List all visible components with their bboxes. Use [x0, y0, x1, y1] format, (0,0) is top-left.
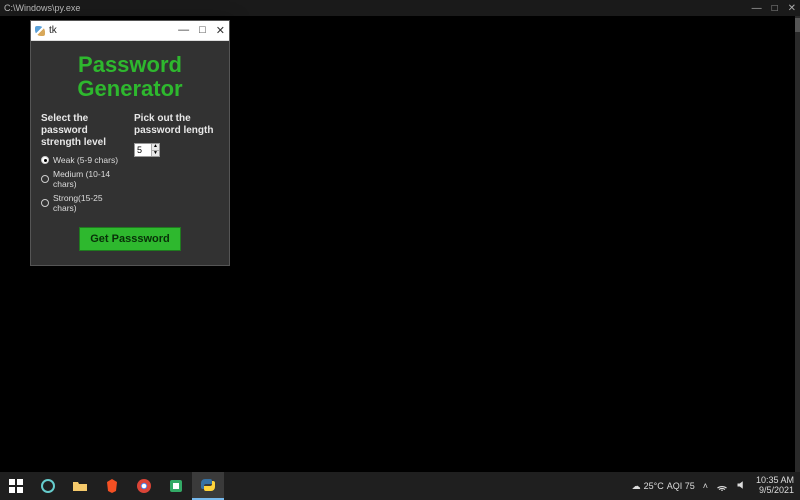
radio-dot-icon	[41, 175, 49, 183]
brave-icon	[104, 478, 120, 494]
taskbar-app-2[interactable]	[160, 472, 192, 500]
get-password-button[interactable]: Get Passsword	[79, 227, 180, 251]
tk-title: tk	[49, 25, 57, 36]
length-value: 5	[135, 144, 151, 156]
folder-icon	[72, 478, 88, 494]
console-scrollbar[interactable]	[795, 16, 800, 472]
console-minimize-icon[interactable]: —	[752, 3, 762, 14]
tray-weather[interactable]: ☁ 25°C AQI 75	[632, 481, 695, 492]
windows-icon	[8, 478, 24, 494]
app-title: Password Generator	[41, 53, 219, 101]
taskbar-explorer[interactable]	[64, 472, 96, 500]
cloud-icon: ☁	[632, 481, 641, 492]
start-button[interactable]	[0, 472, 32, 500]
tk-maximize-icon[interactable]: □	[199, 24, 206, 37]
tk-titlebar[interactable]: tk — □ ✕	[31, 21, 229, 41]
taskbar-app-1[interactable]	[32, 472, 64, 500]
taskbar-chrome[interactable]	[128, 472, 160, 500]
radio-medium[interactable]: Medium (10-14 chars)	[41, 169, 126, 189]
tk-window: tk — □ ✕ Password Generator Select the p…	[30, 20, 230, 266]
radio-dot-icon	[41, 199, 49, 207]
app-icon	[168, 478, 184, 494]
python-icon	[200, 477, 216, 493]
tray-network-icon[interactable]	[716, 479, 728, 493]
strength-options: Weak (5-9 chars) Medium (10-14 chars) St…	[41, 155, 126, 213]
radio-strong[interactable]: Strong(15-25 chars)	[41, 193, 126, 213]
tray-chevron-icon[interactable]: ˄	[703, 481, 708, 491]
tk-feather-icon	[35, 26, 45, 36]
tray-volume-icon[interactable]	[736, 479, 748, 493]
console-maximize-icon[interactable]: □	[772, 3, 778, 14]
tk-close-icon[interactable]: ✕	[216, 24, 225, 37]
chrome-icon	[136, 478, 152, 494]
taskbar: ☁ 25°C AQI 75 ˄ 10:35 AM 9/5/2021	[0, 472, 800, 500]
console-close-icon[interactable]: ✕	[788, 3, 796, 14]
taskbar-python[interactable]	[192, 472, 224, 500]
length-label: Pick out the password length	[134, 113, 219, 137]
scrollbar-thumb[interactable]	[795, 18, 800, 32]
console-title: C:\Windows\py.exe	[4, 3, 80, 13]
cortana-icon	[40, 478, 56, 494]
strength-label: Select the password strength level	[41, 113, 126, 149]
spin-down-icon[interactable]: ▼	[152, 151, 159, 157]
tk-minimize-icon[interactable]: —	[178, 24, 189, 37]
console-titlebar: C:\Windows\py.exe — □ ✕	[0, 0, 800, 16]
length-spinbox[interactable]: 5 ▲ ▼	[134, 143, 160, 157]
radio-weak[interactable]: Weak (5-9 chars)	[41, 155, 126, 165]
taskbar-brave[interactable]	[96, 472, 128, 500]
radio-dot-icon	[41, 156, 49, 164]
console-body: tk — □ ✕ Password Generator Select the p…	[0, 16, 795, 472]
tray-clock[interactable]: 10:35 AM 9/5/2021	[756, 476, 794, 496]
